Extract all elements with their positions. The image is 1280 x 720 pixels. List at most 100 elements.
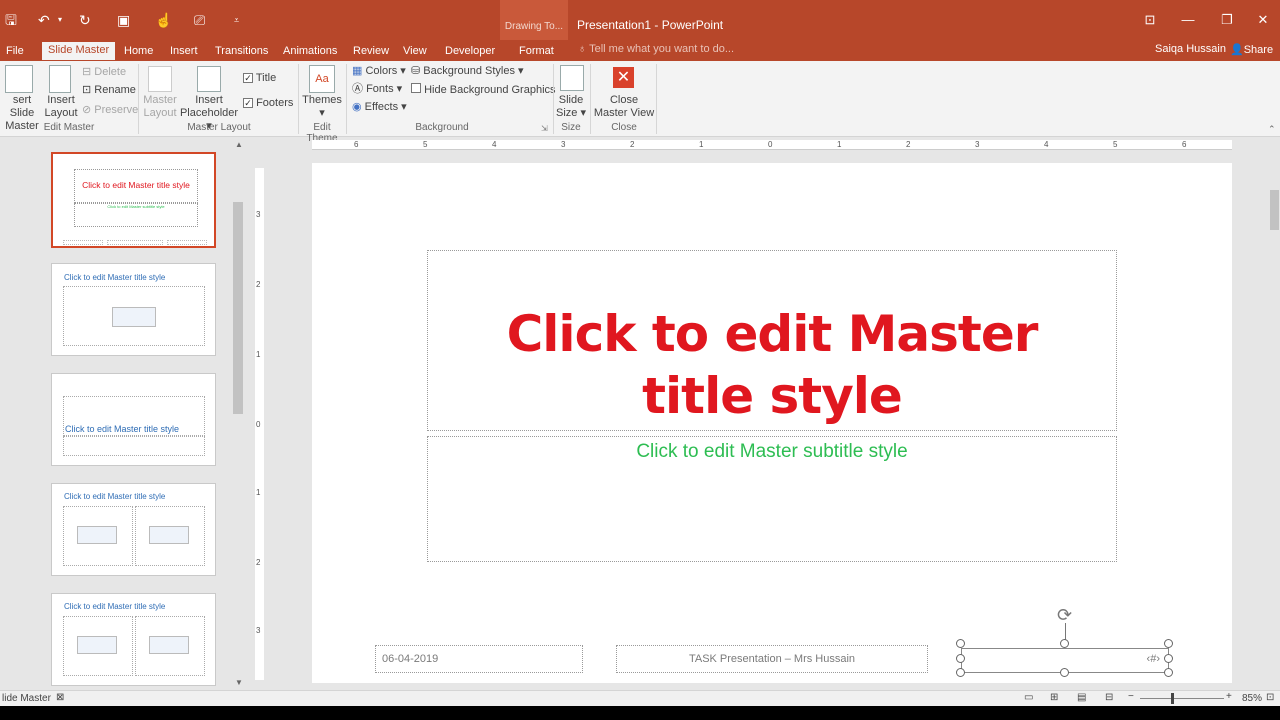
rename-label: Rename xyxy=(94,84,136,96)
thumbnail-layout-3[interactable]: Click to edit Master title style xyxy=(51,373,216,466)
restore-icon[interactable]: ❐ xyxy=(1217,12,1237,28)
slideshow-icon[interactable]: ⎚ xyxy=(194,11,205,29)
slide-canvas[interactable]: Click to edit Master title style Click t… xyxy=(312,163,1232,683)
resize-handle[interactable] xyxy=(1060,668,1069,677)
spellcheck-icon[interactable]: ⊠ xyxy=(56,692,64,703)
normal-view-icon[interactable]: ▭ xyxy=(1024,692,1033,703)
delete-button[interactable]: ⊟ Delete xyxy=(82,66,126,79)
tab-file[interactable]: File xyxy=(0,43,30,61)
subtitle-placeholder[interactable]: Click to edit Master subtitle style xyxy=(427,436,1117,562)
undo-dropdown-icon[interactable]: ▾ xyxy=(58,11,62,29)
resize-handle[interactable] xyxy=(1164,639,1173,648)
delete-label: Delete xyxy=(94,66,127,78)
scroll-up-icon[interactable]: ▲ xyxy=(235,140,243,149)
minimize-icon[interactable]: — xyxy=(1178,12,1198,27)
thumbnail-layout-2[interactable]: Click to edit Master title style xyxy=(51,263,216,356)
insert-layout-button[interactable]: Insert Layout xyxy=(44,94,78,120)
background-styles-button[interactable]: ⛁ Background Styles ▾ xyxy=(411,65,524,78)
effects-label: Effects xyxy=(364,101,399,113)
themes-button[interactable]: Themes ▾ xyxy=(300,94,344,120)
slide-size-button[interactable]: Slide Size ▾ xyxy=(553,94,589,120)
close-master-view-icon[interactable]: ✕ xyxy=(613,67,634,88)
insert-placeholder-icon[interactable] xyxy=(197,66,221,92)
user-name[interactable]: Saiqa Hussain xyxy=(1155,43,1226,55)
tab-format[interactable]: Format xyxy=(513,43,560,61)
hide-background-checkbox[interactable]: Hide Background Graphics xyxy=(411,83,556,97)
tab-developer[interactable]: Developer xyxy=(439,43,501,61)
tab-animations[interactable]: Animations xyxy=(277,43,343,61)
thumb-content-icons xyxy=(149,526,189,544)
pin-icon: ⊘ xyxy=(82,104,95,116)
tab-view[interactable]: View xyxy=(397,43,433,61)
scrollbar-thumb[interactable] xyxy=(233,202,243,414)
master-layout-icon[interactable] xyxy=(148,66,172,92)
slide-scrollbar-thumb[interactable] xyxy=(1270,190,1279,230)
master-layout-button[interactable]: Master Layout xyxy=(140,94,180,120)
collapse-ribbon-icon[interactable]: ⌃ xyxy=(1268,124,1276,135)
group-master-layout: Master Layout xyxy=(187,122,251,133)
resize-handle[interactable] xyxy=(956,668,965,677)
tab-review[interactable]: Review xyxy=(347,43,395,61)
thumbnail-slide-master[interactable]: Click to edit Master title style Click t… xyxy=(51,152,216,248)
resize-handle[interactable] xyxy=(1164,668,1173,677)
date-placeholder[interactable]: 06-04-2019 xyxy=(375,645,583,673)
slide-subtitle[interactable]: Click to edit Master subtitle style xyxy=(428,441,1116,463)
tell-me-box[interactable]: ♁ Tell me what you want to do... xyxy=(578,43,734,55)
ribbon-separator xyxy=(138,64,139,134)
slide-size-icon[interactable] xyxy=(560,65,584,91)
resize-handle[interactable] xyxy=(956,639,965,648)
share-button[interactable]: 👤Share xyxy=(1230,43,1273,56)
palette-icon: ▦ xyxy=(352,65,366,77)
person-icon: 👤 xyxy=(1230,44,1244,56)
fonts-label: Fonts xyxy=(366,83,394,95)
close-icon[interactable]: ✕ xyxy=(1253,12,1273,28)
resize-handle[interactable] xyxy=(956,654,965,663)
slideshow-view-icon[interactable]: ⊟ xyxy=(1105,692,1113,703)
thumb-footer xyxy=(167,240,207,245)
ruler-label: 3 xyxy=(256,626,261,635)
insert-slide-master-icon[interactable] xyxy=(5,65,33,93)
resize-handle[interactable] xyxy=(1164,654,1173,663)
thumbnail-layout-5[interactable]: Click to edit Master title style xyxy=(51,593,216,686)
reading-view-icon[interactable]: ▤ xyxy=(1077,692,1086,703)
themes-icon[interactable]: Aa xyxy=(309,65,335,93)
slide-title[interactable]: Click to edit Master title style xyxy=(428,303,1116,427)
insert-layout-icon[interactable] xyxy=(49,65,71,93)
save-icon[interactable]: 🖫 xyxy=(5,11,17,29)
zoom-level[interactable]: 85% xyxy=(1242,693,1262,704)
vertical-ruler: 3 2 1 0 1 2 3 xyxy=(255,168,264,680)
zoom-slider-thumb[interactable] xyxy=(1171,693,1174,704)
zoom-in-icon[interactable]: + xyxy=(1226,691,1232,702)
rename-button[interactable]: ⊡ Rename xyxy=(82,84,136,97)
redo-icon[interactable]: ↻ xyxy=(79,11,91,29)
colors-button[interactable]: ▦ Colors ▾ xyxy=(352,65,406,78)
close-master-view-button[interactable]: Close Master View xyxy=(592,94,656,120)
effects-icon: ◉ xyxy=(352,101,365,113)
customize-qat-icon[interactable]: ⩡ xyxy=(234,11,239,29)
title-checkbox[interactable]: ✓ Title xyxy=(243,72,276,85)
fit-slide-icon[interactable]: ⊡ xyxy=(1266,692,1274,703)
footer-placeholder[interactable]: TASK Presentation – Mrs Hussain xyxy=(616,645,928,673)
resize-handle[interactable] xyxy=(1060,639,1069,648)
thumbnail-layout-4[interactable]: Click to edit Master title style xyxy=(51,483,216,576)
preserve-button[interactable]: ⊘ Preserve xyxy=(82,104,138,117)
zoom-slider[interactable] xyxy=(1140,698,1224,699)
scroll-down-icon[interactable]: ▼ xyxy=(235,678,243,687)
ribbon-display-icon[interactable]: ⊡ xyxy=(1140,12,1160,28)
dialog-launcher-icon[interactable]: ⇲ xyxy=(541,124,548,133)
present-icon[interactable]: ▣ xyxy=(117,11,130,29)
undo-icon[interactable]: ↶ xyxy=(38,11,50,29)
tab-home[interactable]: Home xyxy=(118,43,159,61)
title-placeholder[interactable]: Click to edit Master title style xyxy=(427,250,1117,431)
fonts-button[interactable]: Ⓐ Fonts ▾ xyxy=(352,83,402,96)
slide-sorter-icon[interactable]: ⊞ xyxy=(1050,692,1058,703)
touch-mode-icon[interactable]: ☝ xyxy=(155,11,172,29)
tab-insert[interactable]: Insert xyxy=(164,43,204,61)
tab-transitions[interactable]: Transitions xyxy=(209,43,274,61)
tab-slide-master[interactable]: Slide Master xyxy=(42,42,116,60)
share-label: Share xyxy=(1243,44,1274,56)
effects-button[interactable]: ◉ Effects ▾ xyxy=(352,101,407,114)
footers-checkbox[interactable]: ✓ Footers xyxy=(243,97,293,110)
zoom-out-icon[interactable]: − xyxy=(1128,691,1134,702)
ruler-label: 2 xyxy=(256,280,261,289)
